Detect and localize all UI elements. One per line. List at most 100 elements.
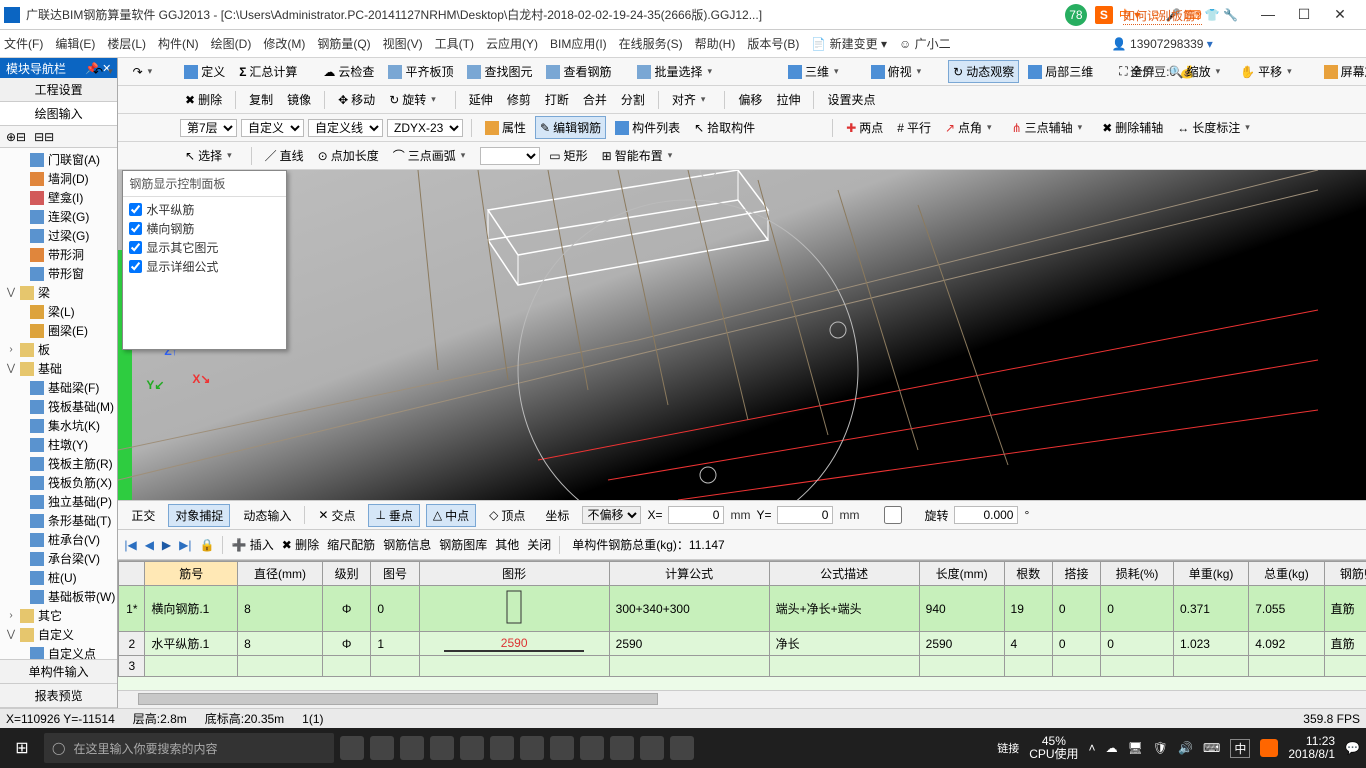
snap-top[interactable]: ◇ 顶点 (482, 504, 532, 527)
delete-row[interactable]: ✖ 删除 (282, 536, 319, 553)
chk-transverse[interactable]: 横向钢筋 (129, 220, 280, 237)
other-menu[interactable]: 其他 (495, 536, 519, 553)
taskbar-app-icon[interactable] (640, 736, 664, 760)
x-input[interactable] (668, 506, 724, 524)
rotate-toggle[interactable]: 旋转 (865, 506, 948, 524)
rebar-info[interactable]: 钢筋信息 (383, 536, 431, 553)
redo-button[interactable]: ↷ (128, 62, 164, 82)
taskbar-search[interactable]: ◯ 在这里输入你要搜索的内容 (44, 733, 334, 763)
tray-icon[interactable]: 🖥 (1128, 741, 1143, 755)
menu-modify[interactable]: 修改(M) (263, 35, 305, 52)
pt-len-tool[interactable]: ⊙ 点加长度 (313, 144, 384, 167)
snap-coord[interactable]: 坐标 (538, 504, 576, 527)
line-tool[interactable]: ／ 直线 (260, 144, 309, 167)
code-select[interactable]: ZDYX-23 (387, 119, 463, 137)
menu-online[interactable]: 在线服务(S) (619, 35, 683, 52)
offset-button[interactable]: 偏移 (733, 88, 767, 111)
category-select[interactable]: 自定义 (241, 119, 304, 137)
menu-rebarqty[interactable]: 钢筋量(Q) (317, 35, 370, 52)
snap-perp[interactable]: ⊥ 垂点 (368, 504, 419, 527)
batch-select-button[interactable]: 批量选择 (632, 60, 723, 83)
define-button[interactable]: 定义 (179, 60, 230, 83)
menu-file[interactable]: 文件(F) (4, 35, 43, 52)
smart-layout-tool[interactable]: ⊞ 智能布置 (597, 144, 684, 167)
expand-icon[interactable]: ⊕⊟ (6, 130, 26, 144)
menu-bim[interactable]: BIM应用(I) (550, 35, 607, 52)
phone-number[interactable]: 👤 13907298339 ▾ (1112, 37, 1213, 51)
sum-calc-button[interactable]: Σ 汇总计算 (234, 60, 302, 83)
elem-list-button[interactable]: 构件列表 (610, 116, 685, 139)
menu-cloud[interactable]: 云应用(Y) (486, 35, 538, 52)
faq-link[interactable]: 如何识别板筋? (1123, 7, 1202, 25)
menu-tools[interactable]: 工具(T) (435, 35, 474, 52)
taskbar-app-icon[interactable] (670, 736, 694, 760)
rebar-table-wrap[interactable]: 筋号 直径(mm) 级别 图号 图形 计算公式 公式描述 长度(mm) 根数 搭… (118, 560, 1366, 690)
taskbar-app-icon[interactable] (520, 736, 544, 760)
extend-button[interactable]: 延伸 (464, 88, 498, 111)
find-elem-button[interactable]: 查找图元 (462, 60, 537, 83)
top-view-button[interactable]: 俯视 (866, 60, 933, 83)
zoom-button[interactable]: 🔍 缩放 (1164, 60, 1232, 83)
tab-single-input[interactable]: 单构件输入 (0, 660, 117, 684)
tray-up-icon[interactable]: ˄ (1089, 741, 1096, 755)
menu-floor[interactable]: 楼层(L) (107, 35, 146, 52)
taskbar-app-icon[interactable] (580, 736, 604, 760)
tray-keyboard-icon[interactable]: ⌨ (1203, 741, 1220, 755)
taskbar-app-icon[interactable] (490, 736, 514, 760)
three-aux-button[interactable]: ⋔ 三点辅轴 (1007, 116, 1094, 139)
floor-select[interactable]: 第7层 (180, 119, 237, 137)
menu-help[interactable]: 帮助(H) (695, 35, 736, 52)
props-button[interactable]: 属性 (480, 116, 531, 139)
pan-button[interactable]: ✋ 平移 (1235, 60, 1303, 83)
split-button[interactable]: 分割 (616, 88, 650, 111)
nav-lock[interactable]: 🔒 (200, 538, 215, 552)
select-tool[interactable]: ↖ 选择 (180, 144, 243, 167)
draw-options[interactable] (480, 147, 540, 165)
copy-button[interactable]: 复制 (244, 88, 278, 111)
close-panel[interactable]: 关闭 (527, 536, 551, 553)
pick-elem-button[interactable]: ↖ 拾取构件 (689, 116, 760, 139)
set-point-button[interactable]: 设置夹点 (822, 88, 880, 111)
3d-viewport[interactable]: Z↑ X↘ Y↙ 钢筋显示控制面板 水平纵筋 横向钢筋 显示其它图元 显示详细公… (118, 170, 1366, 500)
move-button[interactable]: ✥ 移动 (333, 88, 380, 111)
tray-icon[interactable]: 🛡 (1153, 741, 1168, 755)
view-rebar-button[interactable]: 查看钢筋 (541, 60, 616, 83)
menu-draw[interactable]: 绘图(D) (211, 35, 252, 52)
stretch-button[interactable]: 拉伸 (771, 88, 805, 111)
3d-button[interactable]: 三维 (783, 60, 850, 83)
y-input[interactable] (777, 506, 833, 524)
level-top-button[interactable]: 平齐板顶 (383, 60, 458, 83)
taskbar-app-icon[interactable] (610, 736, 634, 760)
trim-button[interactable]: 修剪 (502, 88, 536, 111)
dim-button[interactable]: ↔ 长度标注 (1172, 116, 1261, 139)
table-scrollbar[interactable] (118, 690, 1366, 708)
element-tree[interactable]: 门联窗(A) 墙洞(D) 壁龛(I) 连梁(G) 过梁(G) 带形洞 带形窗 ⋁… (0, 148, 117, 659)
taskbar-app-icon[interactable] (400, 736, 424, 760)
taskbar-app-icon[interactable] (340, 736, 364, 760)
chk-other-elems[interactable]: 显示其它图元 (129, 239, 280, 256)
taskbar-clock[interactable]: 11:232018/8/1 (1288, 735, 1335, 761)
arc3-tool[interactable]: ⌒ 三点画弧 (388, 144, 477, 167)
rect-tool[interactable]: ▭ 矩形 (544, 144, 592, 167)
offset-mode[interactable]: 不偏移 (582, 506, 641, 524)
ortho-toggle[interactable]: 正交 (124, 504, 162, 527)
new-change-button[interactable]: 📄 新建变更 ▾ (811, 35, 887, 52)
pt-angle-button[interactable]: ↗ 点角 (940, 116, 1003, 139)
tab-draw-input[interactable]: 绘图输入 (0, 102, 117, 126)
nav-first[interactable]: |◀ (124, 538, 136, 552)
rebar-lib[interactable]: 钢筋图库 (439, 536, 487, 553)
tab-project-settings[interactable]: 工程设置 (0, 78, 117, 102)
rotate-value[interactable] (954, 506, 1018, 524)
snap-mid[interactable]: △ 中点 (426, 504, 476, 527)
taskbar-app-icon[interactable] (430, 736, 454, 760)
link-label[interactable]: 链接 (997, 740, 1019, 756)
menu-view[interactable]: 视图(V) (383, 35, 423, 52)
align-button[interactable]: 对齐 (667, 88, 717, 111)
guangxiaoer-button[interactable]: ☺ 广小二 (899, 35, 951, 52)
undo-button[interactable]: ↶ (88, 62, 124, 82)
menu-edit[interactable]: 编辑(E) (55, 35, 95, 52)
chk-horizontal[interactable]: 水平纵筋 (129, 201, 280, 218)
rotate-button[interactable]: ↻ 旋转 (384, 88, 447, 111)
start-button[interactable]: ⊞ (6, 732, 38, 764)
menu-elem[interactable]: 构件(N) (158, 35, 199, 52)
